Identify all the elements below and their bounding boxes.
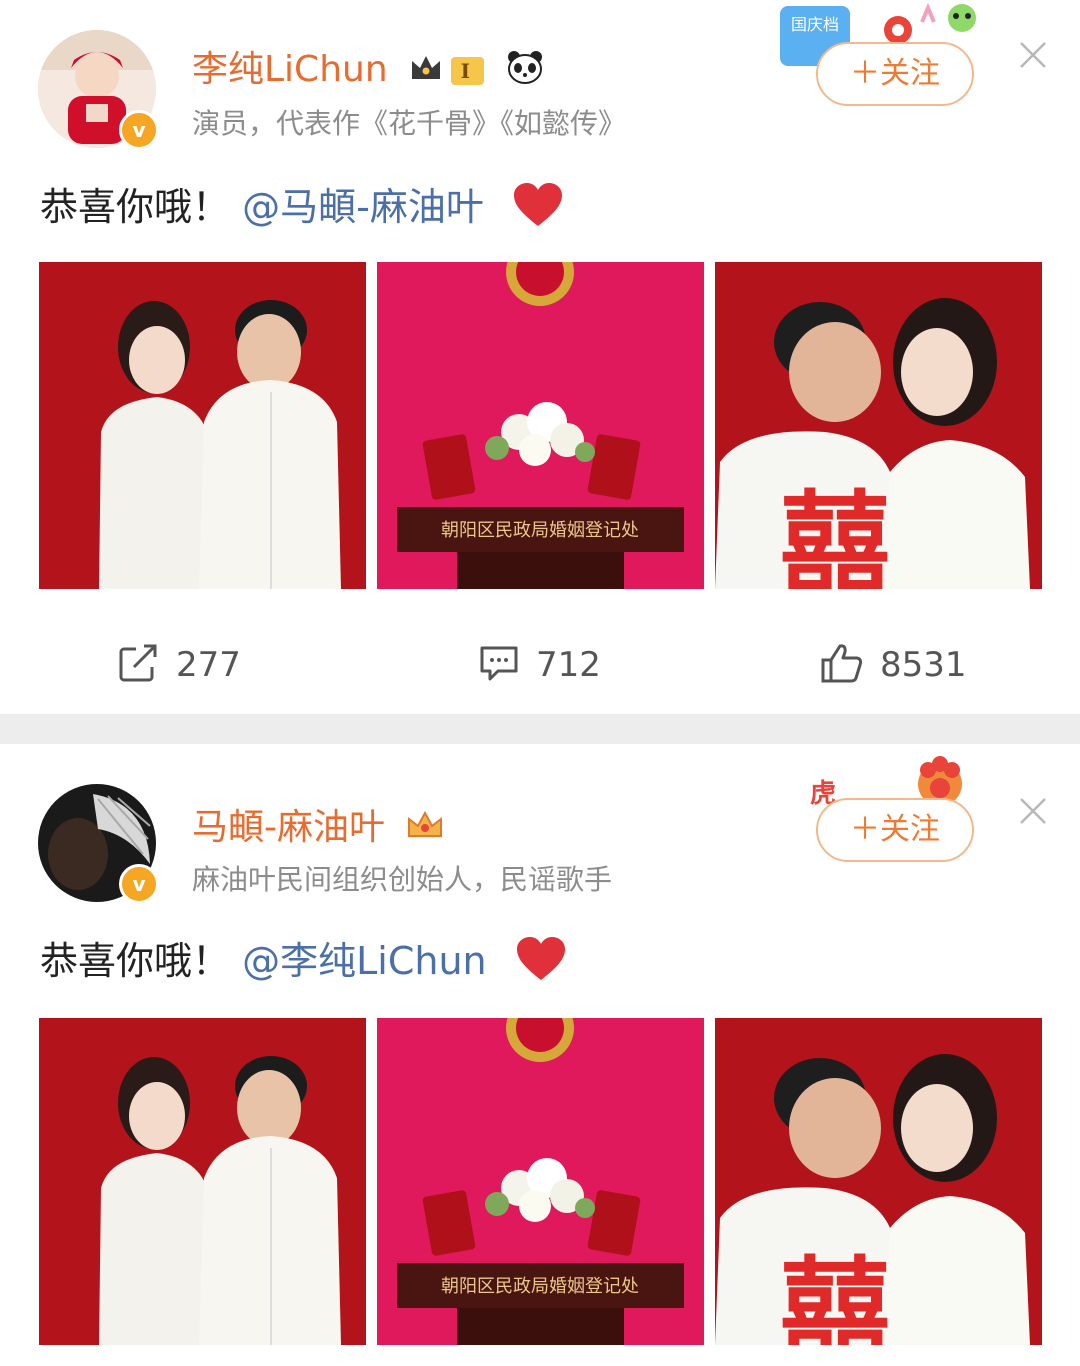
repost-count: 277 xyxy=(176,645,241,685)
repost-icon xyxy=(118,643,160,687)
photo-registry[interactable]: 朝阳区民政局婚姻登记处 xyxy=(377,1018,704,1345)
username[interactable]: 马頔-麻油叶 xyxy=(192,798,444,850)
verified-badge: v xyxy=(119,110,159,150)
xi-character: 囍 xyxy=(780,1246,890,1345)
photo-registry[interactable]: 朝阳区民政局婚姻登记处 xyxy=(377,262,704,589)
registry-caption: 朝阳区民政局婚姻登记处 xyxy=(441,1276,639,1297)
like-icon xyxy=(820,642,864,688)
post-text-prefix: 恭喜你哦！ xyxy=(40,185,231,229)
action-bar: 277 712 8531 xyxy=(0,640,1080,690)
mention-link[interactable]: @李纯LiChun xyxy=(242,939,487,983)
heart-icon xyxy=(512,182,564,237)
registry-caption: 朝阳区民政局婚姻登记处 xyxy=(441,520,639,541)
panda-icon xyxy=(505,49,545,94)
comment-icon xyxy=(478,643,520,687)
close-icon[interactable] xyxy=(1018,40,1048,70)
verified-badge: v xyxy=(119,864,159,904)
username[interactable]: 李纯LiChun I xyxy=(192,40,545,94)
follow-button[interactable]: ＋关注 xyxy=(816,42,974,106)
photo-couple[interactable] xyxy=(39,1018,366,1345)
user-bio: 演员，代表作《花千骨》《如懿传》 xyxy=(192,107,627,140)
photo-couple[interactable] xyxy=(39,262,366,589)
weibo-post-1: v 李纯LiChun I 演员，代表作《花千骨》《如懿传》 国庆档 ＋关注 恭喜… xyxy=(0,0,1080,714)
weibo-post-2: v 马頔-麻油叶 麻油叶民间组织创始人，民谣歌手 虎 ＋关注 恭喜你哦！ @李纯… xyxy=(0,744,1080,1366)
follow-button[interactable]: ＋关注 xyxy=(816,798,974,862)
repost-button[interactable]: 277 xyxy=(118,640,241,690)
heart-icon xyxy=(515,936,567,991)
photo-kiss[interactable]: 囍 xyxy=(715,1018,1042,1345)
post-text: 恭喜你哦！ @马頔-麻油叶 xyxy=(40,176,564,237)
like-button[interactable]: 8531 xyxy=(820,640,967,690)
close-icon[interactable] xyxy=(1018,796,1048,826)
post-text-prefix: 恭喜你哦！ xyxy=(40,939,231,983)
crown-icon xyxy=(406,809,444,850)
mention-link[interactable]: @马頔-麻油叶 xyxy=(242,185,484,229)
deco-text: 国庆档 xyxy=(791,15,839,34)
comment-button[interactable]: 712 xyxy=(478,640,601,690)
crown-icon xyxy=(409,51,443,92)
username-text[interactable]: 马頔-麻油叶 xyxy=(192,807,385,848)
comment-count: 712 xyxy=(536,645,601,685)
like-count: 8531 xyxy=(880,645,967,685)
username-text[interactable]: 李纯LiChun xyxy=(192,49,388,90)
post-text: 恭喜你哦！ @李纯LiChun xyxy=(40,930,567,991)
level-tag: I xyxy=(450,57,484,85)
photo-kiss[interactable]: 囍 xyxy=(715,262,1042,589)
xi-character: 囍 xyxy=(780,480,890,589)
post-divider xyxy=(0,714,1080,744)
user-bio: 麻油叶民间组织创始人，民谣歌手 xyxy=(192,863,613,896)
